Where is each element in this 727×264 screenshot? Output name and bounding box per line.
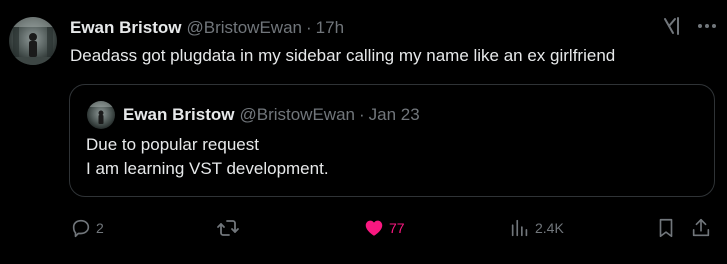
repost-icon <box>216 216 240 240</box>
author-handle[interactable]: @BristowEwan <box>186 18 302 38</box>
quoted-post[interactable]: Ewan Bristow @BristowEwan · Jan 23 Due t… <box>69 84 715 197</box>
post-text: Deadass got plugdata in my sidebar calli… <box>70 46 616 65</box>
bookmark-button[interactable] <box>655 216 677 240</box>
repost-button[interactable] <box>216 216 240 240</box>
quoted-text: Due to popular request I am learning VST… <box>86 133 329 181</box>
views-count: 2.4K <box>535 220 564 236</box>
share-button[interactable] <box>690 216 712 240</box>
reply-icon <box>70 217 92 239</box>
post-timestamp[interactable]: 17h <box>316 18 344 38</box>
action-bar: 2 77 2.4K <box>0 216 727 240</box>
share-icon <box>690 217 712 239</box>
quoted-text-line: I am learning VST development. <box>86 159 329 178</box>
more-icon[interactable] <box>695 14 719 38</box>
quoted-author-avatar[interactable] <box>87 101 115 129</box>
header-separator: · <box>305 18 312 37</box>
post-header: Ewan Bristow @BristowEwan · 17h <box>70 17 344 39</box>
quoted-author-name[interactable]: Ewan Bristow <box>123 105 234 125</box>
views-button[interactable]: 2.4K <box>509 216 564 240</box>
quoted-author-handle[interactable]: @BristowEwan <box>239 105 355 125</box>
post[interactable]: Ewan Bristow @BristowEwan · 17h Deadass … <box>0 0 727 264</box>
like-button[interactable]: 77 <box>363 216 405 240</box>
reply-count: 2 <box>96 220 104 236</box>
like-count: 77 <box>389 220 405 236</box>
grok-icon[interactable] <box>660 14 684 38</box>
quoted-text-line: Due to popular request <box>86 135 259 154</box>
heart-filled-icon <box>363 217 385 239</box>
author-name[interactable]: Ewan Bristow <box>70 18 181 38</box>
reply-button[interactable]: 2 <box>70 216 104 240</box>
author-avatar[interactable] <box>9 17 57 65</box>
views-icon <box>509 217 531 239</box>
quoted-header: Ewan Bristow @BristowEwan · Jan 23 <box>123 104 420 126</box>
quoted-header-separator: · <box>358 105 365 124</box>
quoted-timestamp[interactable]: Jan 23 <box>369 105 420 125</box>
bookmark-icon <box>655 217 677 239</box>
